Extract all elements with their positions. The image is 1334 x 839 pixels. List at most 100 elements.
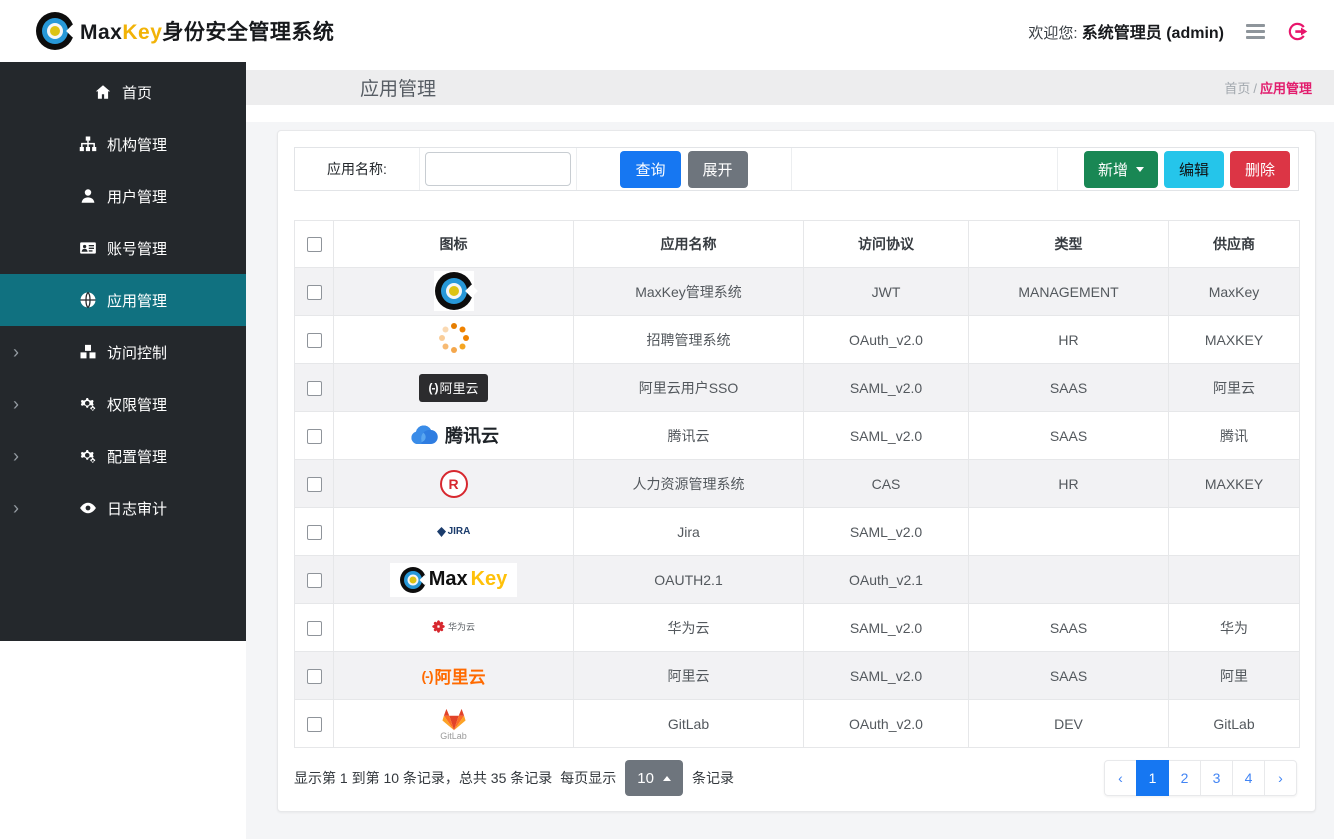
vendor-cell: 腾讯 xyxy=(1169,412,1300,460)
vendor-cell: 华为 xyxy=(1169,604,1300,652)
table-row[interactable]: MaxKey OAUTH2.1 OAuth_v2.1 xyxy=(295,556,1300,604)
protocol-cell: OAuth_v2.0 xyxy=(804,700,969,748)
sidebar-item-user[interactable]: › 用户管理 xyxy=(0,170,246,222)
app-name-cell: GitLab xyxy=(574,700,804,748)
table-row[interactable]: 招聘管理系统 OAuth_v2.0 HR MAXKEY xyxy=(295,316,1300,364)
select-all-checkbox[interactable] xyxy=(307,237,322,252)
table-row[interactable]: MaxKey管理系统 JWT MANAGEMENT MaxKey xyxy=(295,268,1300,316)
row-checkbox[interactable] xyxy=(307,381,322,396)
per-page-label: 每页显示 xyxy=(560,768,616,788)
page-button-3[interactable]: 3 xyxy=(1200,760,1233,796)
vendor-cell: MaxKey xyxy=(1169,268,1300,316)
sitemap-icon xyxy=(79,135,97,153)
breadcrumb-home-link[interactable]: 首页 xyxy=(1224,81,1250,96)
row-checkbox[interactable] xyxy=(307,429,322,444)
sidebar-item-home[interactable]: › 首页 xyxy=(0,66,246,118)
table-row[interactable]: (-)阿里云 阿里云 SAML_v2.0 SAAS 阿里 xyxy=(295,652,1300,700)
table-row[interactable]: GitLab GitLab OAuth_v2.0 DEV GitLab xyxy=(295,700,1300,748)
sidebar-item-label: 应用管理 xyxy=(107,290,167,311)
page-button-4[interactable]: 4 xyxy=(1232,760,1265,796)
sidebar-item-label: 用户管理 xyxy=(107,186,167,207)
sidebar-item-access[interactable]: › 访问控制 xyxy=(0,326,246,378)
sidebar-item-label: 访问控制 xyxy=(107,342,167,363)
page-header: 应用管理 首页/应用管理 xyxy=(246,70,1334,105)
sidebar-item-config[interactable]: › 配置管理 xyxy=(0,430,246,482)
query-toolbar: 应用名称: 查询 展开 新增 编辑 删除 xyxy=(294,147,1299,191)
app-name-cell: 阿里云用户SSO xyxy=(574,364,804,412)
app-name-cell: 阿里云 xyxy=(574,652,804,700)
sidebar-item-label: 首页 xyxy=(122,82,152,103)
row-checkbox[interactable] xyxy=(307,573,322,588)
brand-suffix: 身份安全管理系统 xyxy=(162,21,334,44)
menu-toggle-icon[interactable] xyxy=(1244,22,1267,41)
table-row[interactable]: 华为云 华为云 SAML_v2.0 SAAS 华为 xyxy=(295,604,1300,652)
chevron-right-icon: › xyxy=(13,499,19,517)
app-name-cell: 华为云 xyxy=(574,604,804,652)
table-row[interactable]: JIRA Jira SAML_v2.0 xyxy=(295,508,1300,556)
next-page-button[interactable]: › xyxy=(1264,760,1297,796)
sidebar-item-audit[interactable]: › 日志审计 xyxy=(0,482,246,534)
app-name-input[interactable] xyxy=(425,152,571,186)
logout-icon[interactable] xyxy=(1287,21,1308,42)
add-button[interactable]: 新增 xyxy=(1084,151,1158,188)
aliyun-orange-logo-icon: (-)阿里云 xyxy=(422,663,486,688)
vendor-cell: 阿里 xyxy=(1169,652,1300,700)
row-checkbox[interactable] xyxy=(307,333,322,348)
app-name-cell: 招聘管理系统 xyxy=(574,316,804,364)
column-header-protocol: 访问协议 xyxy=(804,221,969,268)
protocol-cell: SAML_v2.0 xyxy=(804,412,969,460)
table-row[interactable]: (-)阿里云 阿里云用户SSO SAML_v2.0 SAAS 阿里云 xyxy=(295,364,1300,412)
table-row[interactable]: R 人力资源管理系统 CAS HR MAXKEY xyxy=(295,460,1300,508)
protocol-cell: SAML_v2.0 xyxy=(804,508,969,556)
toolbar-spacer xyxy=(792,148,1058,190)
page-size-dropdown[interactable]: 10 xyxy=(625,760,683,796)
cubes-icon xyxy=(79,343,97,361)
pagination-controls: ‹1234› xyxy=(1104,760,1297,796)
maxkey-text-logo-icon: MaxKey xyxy=(390,563,518,597)
sidebar-item-label: 日志审计 xyxy=(107,498,167,519)
sidebar-item-label: 配置管理 xyxy=(107,446,167,467)
applications-card: 应用名称: 查询 展开 新增 编辑 删除 xyxy=(277,130,1316,812)
row-checkbox[interactable] xyxy=(307,477,322,492)
protocol-cell: OAuth_v2.0 xyxy=(804,316,969,364)
prev-page-button[interactable]: ‹ xyxy=(1104,760,1137,796)
top-navbar: MaxKey身份安全管理系统 欢迎您: 系统管理员 (admin) xyxy=(0,0,1334,62)
row-checkbox[interactable] xyxy=(307,669,322,684)
chevron-right-icon: › xyxy=(13,447,19,465)
delete-button[interactable]: 删除 xyxy=(1230,151,1290,188)
tencent-cloud-logo-icon: 腾讯云 xyxy=(408,422,499,448)
chevron-right-icon: › xyxy=(13,395,19,413)
query-button[interactable]: 查询 xyxy=(620,151,680,188)
spinner-logo-icon xyxy=(437,321,471,355)
vendor-cell: 阿里云 xyxy=(1169,364,1300,412)
edit-button[interactable]: 编辑 xyxy=(1164,151,1224,188)
aliyun-dark-logo-icon: (-)阿里云 xyxy=(419,374,487,402)
jira-logo-icon: JIRA xyxy=(437,526,471,537)
page-button-2[interactable]: 2 xyxy=(1168,760,1201,796)
page-button-1[interactable]: 1 xyxy=(1136,760,1169,796)
brand-logo: MaxKey身份安全管理系统 xyxy=(36,12,334,50)
per-page-suffix: 条记录 xyxy=(692,768,734,788)
sidebar-item-org[interactable]: › 机构管理 xyxy=(0,118,246,170)
main-area: 应用管理 首页/应用管理 应用名称: 查询 展开 新增 编辑 删除 xyxy=(246,70,1334,839)
sidebar-item-label: 权限管理 xyxy=(107,394,167,415)
row-checkbox[interactable] xyxy=(307,621,322,636)
welcome-text: 欢迎您: 系统管理员 (admin) xyxy=(1028,19,1224,43)
protocol-cell: SAML_v2.0 xyxy=(804,364,969,412)
row-checkbox[interactable] xyxy=(307,717,322,732)
table-row[interactable]: 腾讯云 腾讯云 SAML_v2.0 SAAS 腾讯 xyxy=(295,412,1300,460)
brand-max: Max xyxy=(80,21,122,44)
caret-up-icon xyxy=(663,776,671,781)
sidebar-item-account[interactable]: › 账号管理 xyxy=(0,222,246,274)
applications-table: 图标 应用名称 访问协议 类型 供应商 MaxKey管理系统 JWT MANAG… xyxy=(294,220,1300,748)
row-checkbox[interactable] xyxy=(307,525,322,540)
row-checkbox[interactable] xyxy=(307,285,322,300)
sidebar-item-label: 账号管理 xyxy=(107,238,167,259)
pagination-info: 显示第 1 到第 10 条记录，总共 35 条记录 xyxy=(294,768,552,788)
breadcrumb-separator: / xyxy=(1253,81,1257,96)
content-area: 应用名称: 查询 展开 新增 编辑 删除 xyxy=(246,122,1334,839)
expand-button[interactable]: 展开 xyxy=(688,151,748,188)
sidebar-item-app[interactable]: › 应用管理 xyxy=(0,274,246,326)
sidebar-item-perm[interactable]: › 权限管理 xyxy=(0,378,246,430)
brand-title: MaxKey身份安全管理系统 xyxy=(80,16,334,46)
